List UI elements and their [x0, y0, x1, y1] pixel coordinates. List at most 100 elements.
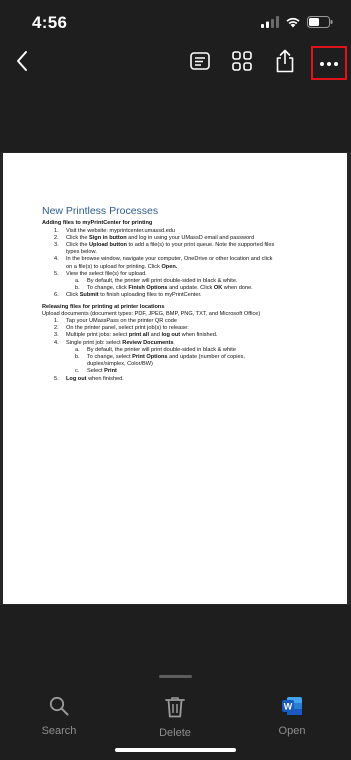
list-item-number: a.: [75, 277, 80, 284]
search-icon: [49, 696, 69, 720]
releasing-files-intro: Upload documents (document types: PDF, J…: [42, 311, 261, 318]
open-label: Open: [278, 725, 306, 737]
list-item-number: b.: [75, 285, 80, 292]
list-item-number: 3.: [54, 332, 59, 339]
list-item-text: log out: [161, 332, 181, 339]
status-time: 4:56: [32, 13, 68, 32]
list-item: 2. On the printer panel, select print job…: [42, 325, 322, 332]
signal-icon: [261, 15, 279, 33]
list-item-text: print all: [128, 332, 150, 339]
list-item-text: and update (number of copies,: [167, 354, 245, 361]
list-item-text: when done.: [222, 285, 253, 292]
list-item-text: Open.: [161, 263, 178, 270]
list-item-text: and update. Click: [167, 285, 214, 292]
list-item-text: to finish uploading files to myPrintCent…: [98, 292, 202, 299]
section-heading-adding-files: Adding files to myPrintCenter for printi…: [42, 220, 153, 226]
list-item: a. By default, the printer will print dou…: [42, 347, 322, 354]
list-item-number: 5.: [54, 375, 59, 382]
list-item-text: Log out: [66, 375, 87, 382]
list-item-text: Click the: [66, 241, 90, 248]
viewer-top-band: [0, 84, 351, 152]
list-item-number: 6.: [54, 292, 59, 299]
share-button[interactable]: [265, 44, 305, 82]
notes-button[interactable]: [180, 44, 220, 82]
status-bar: 4:56: [0, 0, 351, 44]
document-page[interactable]: New Printless Processes Adding files to …: [3, 153, 347, 604]
delete-button[interactable]: Delete: [140, 696, 210, 739]
adding-files-steps: 1. Visit the website: myprintcenter.umass…: [42, 228, 322, 300]
drag-handle[interactable]: [159, 675, 192, 678]
list-item-text: To change, click: [87, 285, 129, 292]
list-item: c. Select Print: [42, 368, 322, 375]
list-item-text: Tap your UMassPass on the printer QR cod…: [66, 318, 177, 325]
grid-icon: [232, 50, 252, 76]
list-item: 5. Log out when finished.: [42, 376, 322, 383]
list-item-text: By default, the printer will print doubl…: [87, 346, 236, 353]
section-heading-releasing-files: Releasing files for printing at printer …: [42, 303, 165, 310]
list-item-text: Click the: [66, 234, 90, 241]
battery-icon: [307, 15, 333, 33]
word-icon: W: [281, 697, 303, 720]
list-item: 1. Visit the website: myprintcenter.umass…: [42, 228, 322, 235]
word-badge: W: [284, 702, 293, 712]
list-item-text: and: [149, 332, 162, 339]
search-button[interactable]: Search: [24, 696, 94, 737]
list-item-text: By default, the printer will print doubl…: [87, 277, 238, 284]
list-item-text: In the browse window, navigate your comp…: [66, 256, 273, 263]
list-item-text: Submit: [79, 292, 99, 299]
releasing-files-steps: 1. Tap your UMassPass on the printer QR c…: [42, 318, 322, 383]
list-item-number: 4.: [54, 256, 59, 263]
list-item-text: Click: [66, 292, 80, 299]
list-item: 3. Multiple print jobs: select print all …: [42, 332, 322, 339]
list-item-number: 5.: [54, 270, 59, 277]
list-item-text: when finished.: [86, 375, 124, 382]
list-item-text: Multiple print jobs: select: [66, 332, 129, 339]
wifi-icon: [285, 15, 301, 33]
back-button[interactable]: [2, 44, 42, 82]
list-item: types below.: [42, 249, 322, 256]
list-item-number: 2.: [54, 234, 59, 241]
list-item: duplex/simplex, Color/BW): [42, 361, 322, 368]
list-item: 6. Click Submit to finish uploading files…: [42, 292, 322, 299]
top-toolbar: [0, 44, 351, 84]
list-item-text: types below.: [66, 249, 97, 256]
status-icons: [261, 15, 333, 33]
list-item-text: On the printer panel, select print job(s…: [66, 325, 189, 332]
list-item-text: when finished.: [180, 332, 218, 339]
list-item: b. To change, select Print Options and up…: [42, 354, 322, 361]
list-item-text: Print: [104, 368, 117, 375]
pages-grid-button[interactable]: [222, 44, 262, 82]
list-item-number: 3.: [54, 241, 59, 248]
list-item-number: 2.: [54, 325, 59, 332]
list-item-number: 1.: [54, 227, 59, 234]
list-item: a. By default, the printer will print dou…: [42, 278, 322, 285]
list-item-text: Sign in button: [89, 234, 127, 241]
list-item-text: and log in using your UMassD email and p…: [126, 234, 255, 241]
list-item-number: b.: [75, 354, 80, 361]
list-item-text: on a file(s) to upload for printing. Cli…: [66, 263, 162, 270]
list-item-text: Single print job: select: [66, 339, 123, 346]
list-item-text: Upload button: [89, 241, 127, 248]
list-item-text: Print Options: [132, 354, 168, 361]
list-item-text: Select: [87, 368, 105, 375]
share-icon: [275, 49, 295, 78]
list-item-number: 4.: [54, 339, 59, 346]
home-indicator: [115, 748, 236, 752]
list-item-text: Finish Options: [128, 285, 168, 292]
list-item-text: OK: [213, 285, 223, 292]
list-item-number: c.: [75, 368, 80, 375]
list-item-text: Review Documents: [122, 339, 174, 346]
search-label: Search: [41, 725, 77, 737]
open-in-word-button[interactable]: W Open: [257, 696, 327, 737]
more-button-highlight: [311, 46, 347, 80]
list-item-text: To change, select: [87, 354, 133, 361]
chevron-left-icon: [15, 50, 29, 77]
list-item: 5. View the select file(s) for upload.: [42, 271, 322, 278]
delete-label: Delete: [159, 727, 191, 739]
list-item-number: a.: [75, 346, 80, 353]
list-item: b. To change, click Finish Options and up…: [42, 285, 322, 292]
document-title: New Printless Processes: [42, 205, 159, 217]
list-item: on a file(s) to upload for printing. Cli…: [42, 264, 322, 271]
list-item: 4. In the browse window, navigate your co…: [42, 256, 322, 263]
list-item: 1. Tap your UMassPass on the printer QR c…: [42, 318, 322, 325]
